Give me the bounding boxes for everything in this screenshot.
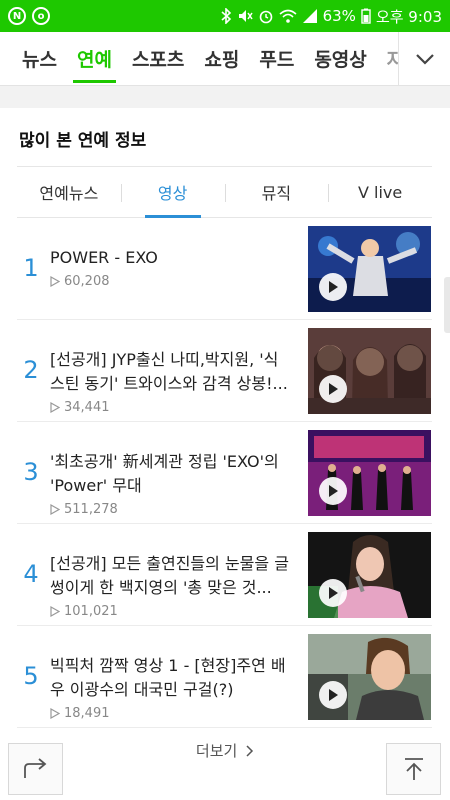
more-label: 더보기 [195, 742, 238, 760]
play-small-icon [50, 504, 60, 515]
video-title[interactable]: POWER - EXO [50, 246, 290, 270]
tab-shopping[interactable]: 쇼핑 [194, 32, 249, 85]
view-count: 60,208 [50, 274, 290, 289]
expand-categories-button[interactable] [398, 32, 450, 85]
clock: 오후 9:03 [375, 7, 442, 26]
video-thumbnail[interactable] [308, 532, 431, 618]
notification-icon: o [32, 7, 50, 25]
share-button[interactable] [8, 743, 63, 795]
tab-news[interactable]: 뉴스 [12, 32, 67, 85]
section-subtabs: 연예뉴스 영상 뮤직 V live [17, 166, 432, 218]
video-thumbnail[interactable] [308, 634, 431, 720]
play-small-icon [50, 708, 60, 719]
video-thumbnail[interactable] [308, 328, 431, 414]
rank-number: 4 [23, 560, 39, 588]
play-button[interactable] [319, 579, 347, 607]
battery-icon [361, 8, 371, 24]
rank-number: 1 [23, 254, 39, 282]
ranking-list: 1 POWER - EXO 60,208 2 [선공개] JYP출신 나띠,박지… [17, 218, 432, 728]
subtab-vlive[interactable]: V live [328, 167, 432, 217]
play-button[interactable] [319, 681, 347, 709]
view-count-value: 511,278 [64, 502, 118, 517]
rank-number: 2 [23, 356, 39, 384]
naver-app-icon: N [8, 7, 26, 25]
chevron-down-icon [415, 53, 434, 65]
view-count-value: 18,491 [64, 706, 110, 721]
tab-entertainment[interactable]: 연예 [67, 32, 122, 85]
list-item[interactable]: 2 [선공개] JYP출신 나띠,박지원, '식스틴 동기' 트와이스와 감격 … [17, 320, 432, 422]
video-title[interactable]: [선공개] 모든 출연진들의 눈물을 글썽이게 한 백지영의 '총 맞은 것..… [50, 552, 290, 600]
section-divider [0, 86, 450, 108]
bluetooth-icon [221, 8, 231, 24]
category-tabs: 뉴스 연예 스포츠 쇼핑 푸드 동영상 자 [0, 32, 398, 85]
more-link[interactable]: 더보기 [0, 740, 450, 761]
view-count-value: 60,208 [64, 274, 110, 289]
list-item[interactable]: 1 POWER - EXO 60,208 [17, 218, 432, 320]
status-bar: N o 63% 오후 9:03 [0, 0, 450, 32]
wifi-icon [279, 9, 297, 23]
view-count: 511,278 [50, 502, 290, 517]
mute-icon [238, 10, 253, 22]
chevron-right-icon [246, 745, 254, 757]
video-title[interactable]: '최초공개' 新세계관 정립 'EXO'의 'Power' 무대 [50, 450, 290, 498]
subtab-entertainment-news[interactable]: 연예뉴스 [17, 167, 121, 217]
section-title: 많이 본 연예 정보 [19, 131, 147, 151]
tab-food[interactable]: 푸드 [249, 32, 304, 85]
view-count: 34,441 [50, 400, 290, 415]
category-nav: 뉴스 연예 스포츠 쇼핑 푸드 동영상 자 [0, 32, 450, 86]
tab-video[interactable]: 동영상 [304, 32, 376, 85]
subtab-music[interactable]: 뮤직 [224, 167, 329, 217]
video-thumbnail[interactable] [308, 226, 431, 312]
signal-icon [302, 9, 317, 23]
video-title[interactable]: 빅픽처 깜짝 영상 1 - [현장]주연 배우 이광수의 대국민 구걸(?) [50, 654, 290, 702]
scroll-top-button[interactable] [386, 743, 441, 795]
view-count-value: 34,441 [64, 400, 110, 415]
share-icon [23, 758, 46, 778]
rank-number: 5 [23, 662, 39, 690]
play-icon [329, 587, 338, 599]
alarm-icon [259, 10, 272, 24]
tab-partial[interactable]: 자 [377, 32, 398, 85]
play-button[interactable] [319, 273, 347, 301]
battery-label: 63% [322, 7, 356, 25]
subtab-video[interactable]: 영상 [120, 167, 225, 218]
view-count-value: 101,021 [64, 604, 118, 619]
rank-number: 3 [23, 458, 39, 486]
play-small-icon [50, 402, 60, 413]
play-small-icon [50, 606, 60, 617]
video-title[interactable]: [선공개] JYP출신 나띠,박지원, '식스틴 동기' 트와이스와 감격 상봉… [50, 348, 290, 396]
tab-sports[interactable]: 스포츠 [122, 32, 194, 85]
play-icon [329, 689, 338, 701]
play-button[interactable] [319, 477, 347, 505]
play-icon [329, 281, 338, 293]
list-item[interactable]: 3 '최초공개' 新세계관 정립 'EXO'의 'Power' 무대 511,2… [17, 422, 432, 524]
play-small-icon [50, 276, 60, 287]
play-icon [329, 485, 338, 497]
edge-panel-handle[interactable] [444, 277, 450, 333]
play-button[interactable] [319, 375, 347, 403]
view-count: 101,021 [50, 604, 290, 619]
view-count: 18,491 [50, 706, 290, 721]
arrow-up-icon [404, 758, 423, 780]
video-thumbnail[interactable] [308, 430, 431, 516]
list-item[interactable]: 5 빅픽처 깜짝 영상 1 - [현장]주연 배우 이광수의 대국민 구걸(?)… [17, 626, 432, 728]
play-icon [329, 383, 338, 395]
list-item[interactable]: 4 [선공개] 모든 출연진들의 눈물을 글썽이게 한 백지영의 '총 맞은 것… [17, 524, 432, 626]
